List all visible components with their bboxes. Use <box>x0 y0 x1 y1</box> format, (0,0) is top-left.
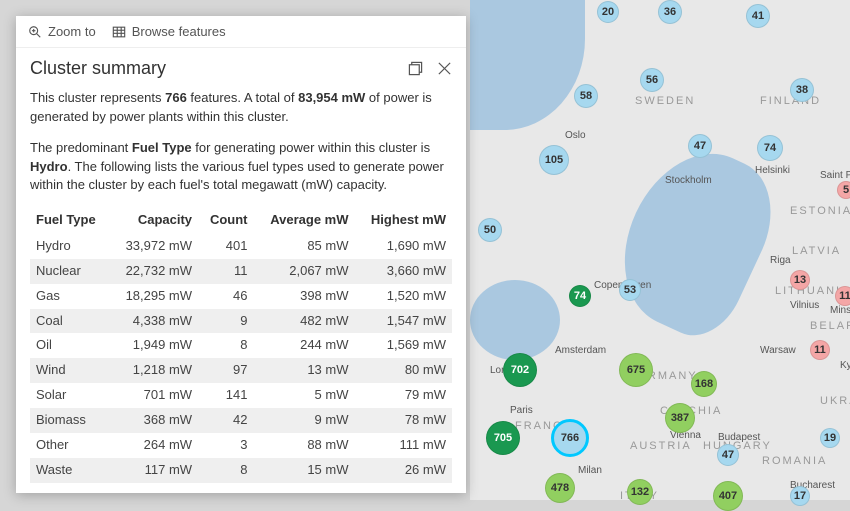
cluster-marker[interactable]: 58 <box>574 84 598 108</box>
cluster-marker[interactable]: 74 <box>569 285 591 307</box>
cluster-marker[interactable]: 38 <box>790 78 814 102</box>
th-avg: Average mW <box>253 207 354 234</box>
th-count: Count <box>198 207 253 234</box>
cluster-marker[interactable]: 705 <box>486 421 520 455</box>
zoom-icon <box>28 25 42 39</box>
table-row: Other264 mW388 mW111 mW <box>30 433 452 458</box>
cluster-marker[interactable]: 407 <box>713 481 743 511</box>
th-cap: Capacity <box>110 207 198 234</box>
th-high: Highest mW <box>355 207 453 234</box>
popup-body: This cluster represents 766 features. A … <box>16 85 466 493</box>
table-row: Oil1,949 mW8244 mW1,569 mW <box>30 333 452 358</box>
cluster-marker[interactable]: 11 <box>810 340 830 360</box>
fuel-table: Fuel Type Capacity Count Average mW High… <box>30 207 452 482</box>
cluster-marker[interactable]: 74 <box>757 135 783 161</box>
close-icon[interactable] <box>437 61 452 76</box>
cluster-marker[interactable]: 702 <box>503 353 537 387</box>
cluster-marker[interactable]: 47 <box>717 444 739 466</box>
cluster-marker[interactable]: 675 <box>619 353 653 387</box>
cluster-marker[interactable]: 17 <box>790 486 810 506</box>
cluster-popup: Zoom to Browse features Cluster summary … <box>16 16 466 493</box>
zoom-to-label: Zoom to <box>48 24 96 39</box>
cluster-marker[interactable]: 50 <box>478 218 502 242</box>
cluster-marker[interactable]: 41 <box>746 4 770 28</box>
cluster-marker[interactable]: 5 <box>837 181 850 199</box>
table-row: Nuclear22,732 mW112,067 mW3,660 mW <box>30 259 452 284</box>
cluster-marker[interactable]: 105 <box>539 145 569 175</box>
table-row: Wind1,218 mW9713 mW80 mW <box>30 358 452 383</box>
browse-features-button[interactable]: Browse features <box>112 24 226 39</box>
cluster-marker[interactable]: 53 <box>619 279 641 301</box>
cluster-marker[interactable]: 11 <box>835 286 850 306</box>
popup-toolbar: Zoom to Browse features <box>16 16 466 48</box>
th-fuel: Fuel Type <box>30 207 110 234</box>
cluster-marker[interactable]: 478 <box>545 473 575 503</box>
table-row: Gas18,295 mW46398 mW1,520 mW <box>30 284 452 309</box>
table-row: Biomass368 mW429 mW78 mW <box>30 408 452 433</box>
table-row: Coal4,338 mW9482 mW1,547 mW <box>30 309 452 334</box>
table-row: Waste117 mW815 mW26 mW <box>30 458 452 483</box>
table-row: Hydro33,972 mW40185 mW1,690 mW <box>30 234 452 259</box>
table-row: Solar701 mW1415 mW79 mW <box>30 383 452 408</box>
cluster-marker[interactable]: 766 <box>551 419 589 457</box>
cluster-marker[interactable]: 20 <box>597 1 619 23</box>
popup-header: Cluster summary <box>16 48 466 85</box>
cluster-marker[interactable]: 56 <box>640 68 664 92</box>
cluster-marker[interactable]: 47 <box>688 134 712 158</box>
cluster-marker[interactable]: 13 <box>790 270 810 290</box>
cluster-marker[interactable]: 168 <box>691 371 717 397</box>
zoom-to-button[interactable]: Zoom to <box>28 24 96 39</box>
cluster-marker[interactable]: 19 <box>820 428 840 448</box>
cluster-marker[interactable]: 132 <box>627 479 653 505</box>
cluster-marker[interactable]: 36 <box>658 0 682 24</box>
popup-title: Cluster summary <box>30 58 166 79</box>
browse-features-label: Browse features <box>132 24 226 39</box>
summary-p1: This cluster represents 766 features. A … <box>30 89 452 127</box>
dock-icon[interactable] <box>408 61 423 76</box>
summary-p2: The predominant Fuel Type for generating… <box>30 139 452 196</box>
cluster-marker[interactable]: 387 <box>665 403 695 433</box>
table-icon <box>112 25 126 39</box>
